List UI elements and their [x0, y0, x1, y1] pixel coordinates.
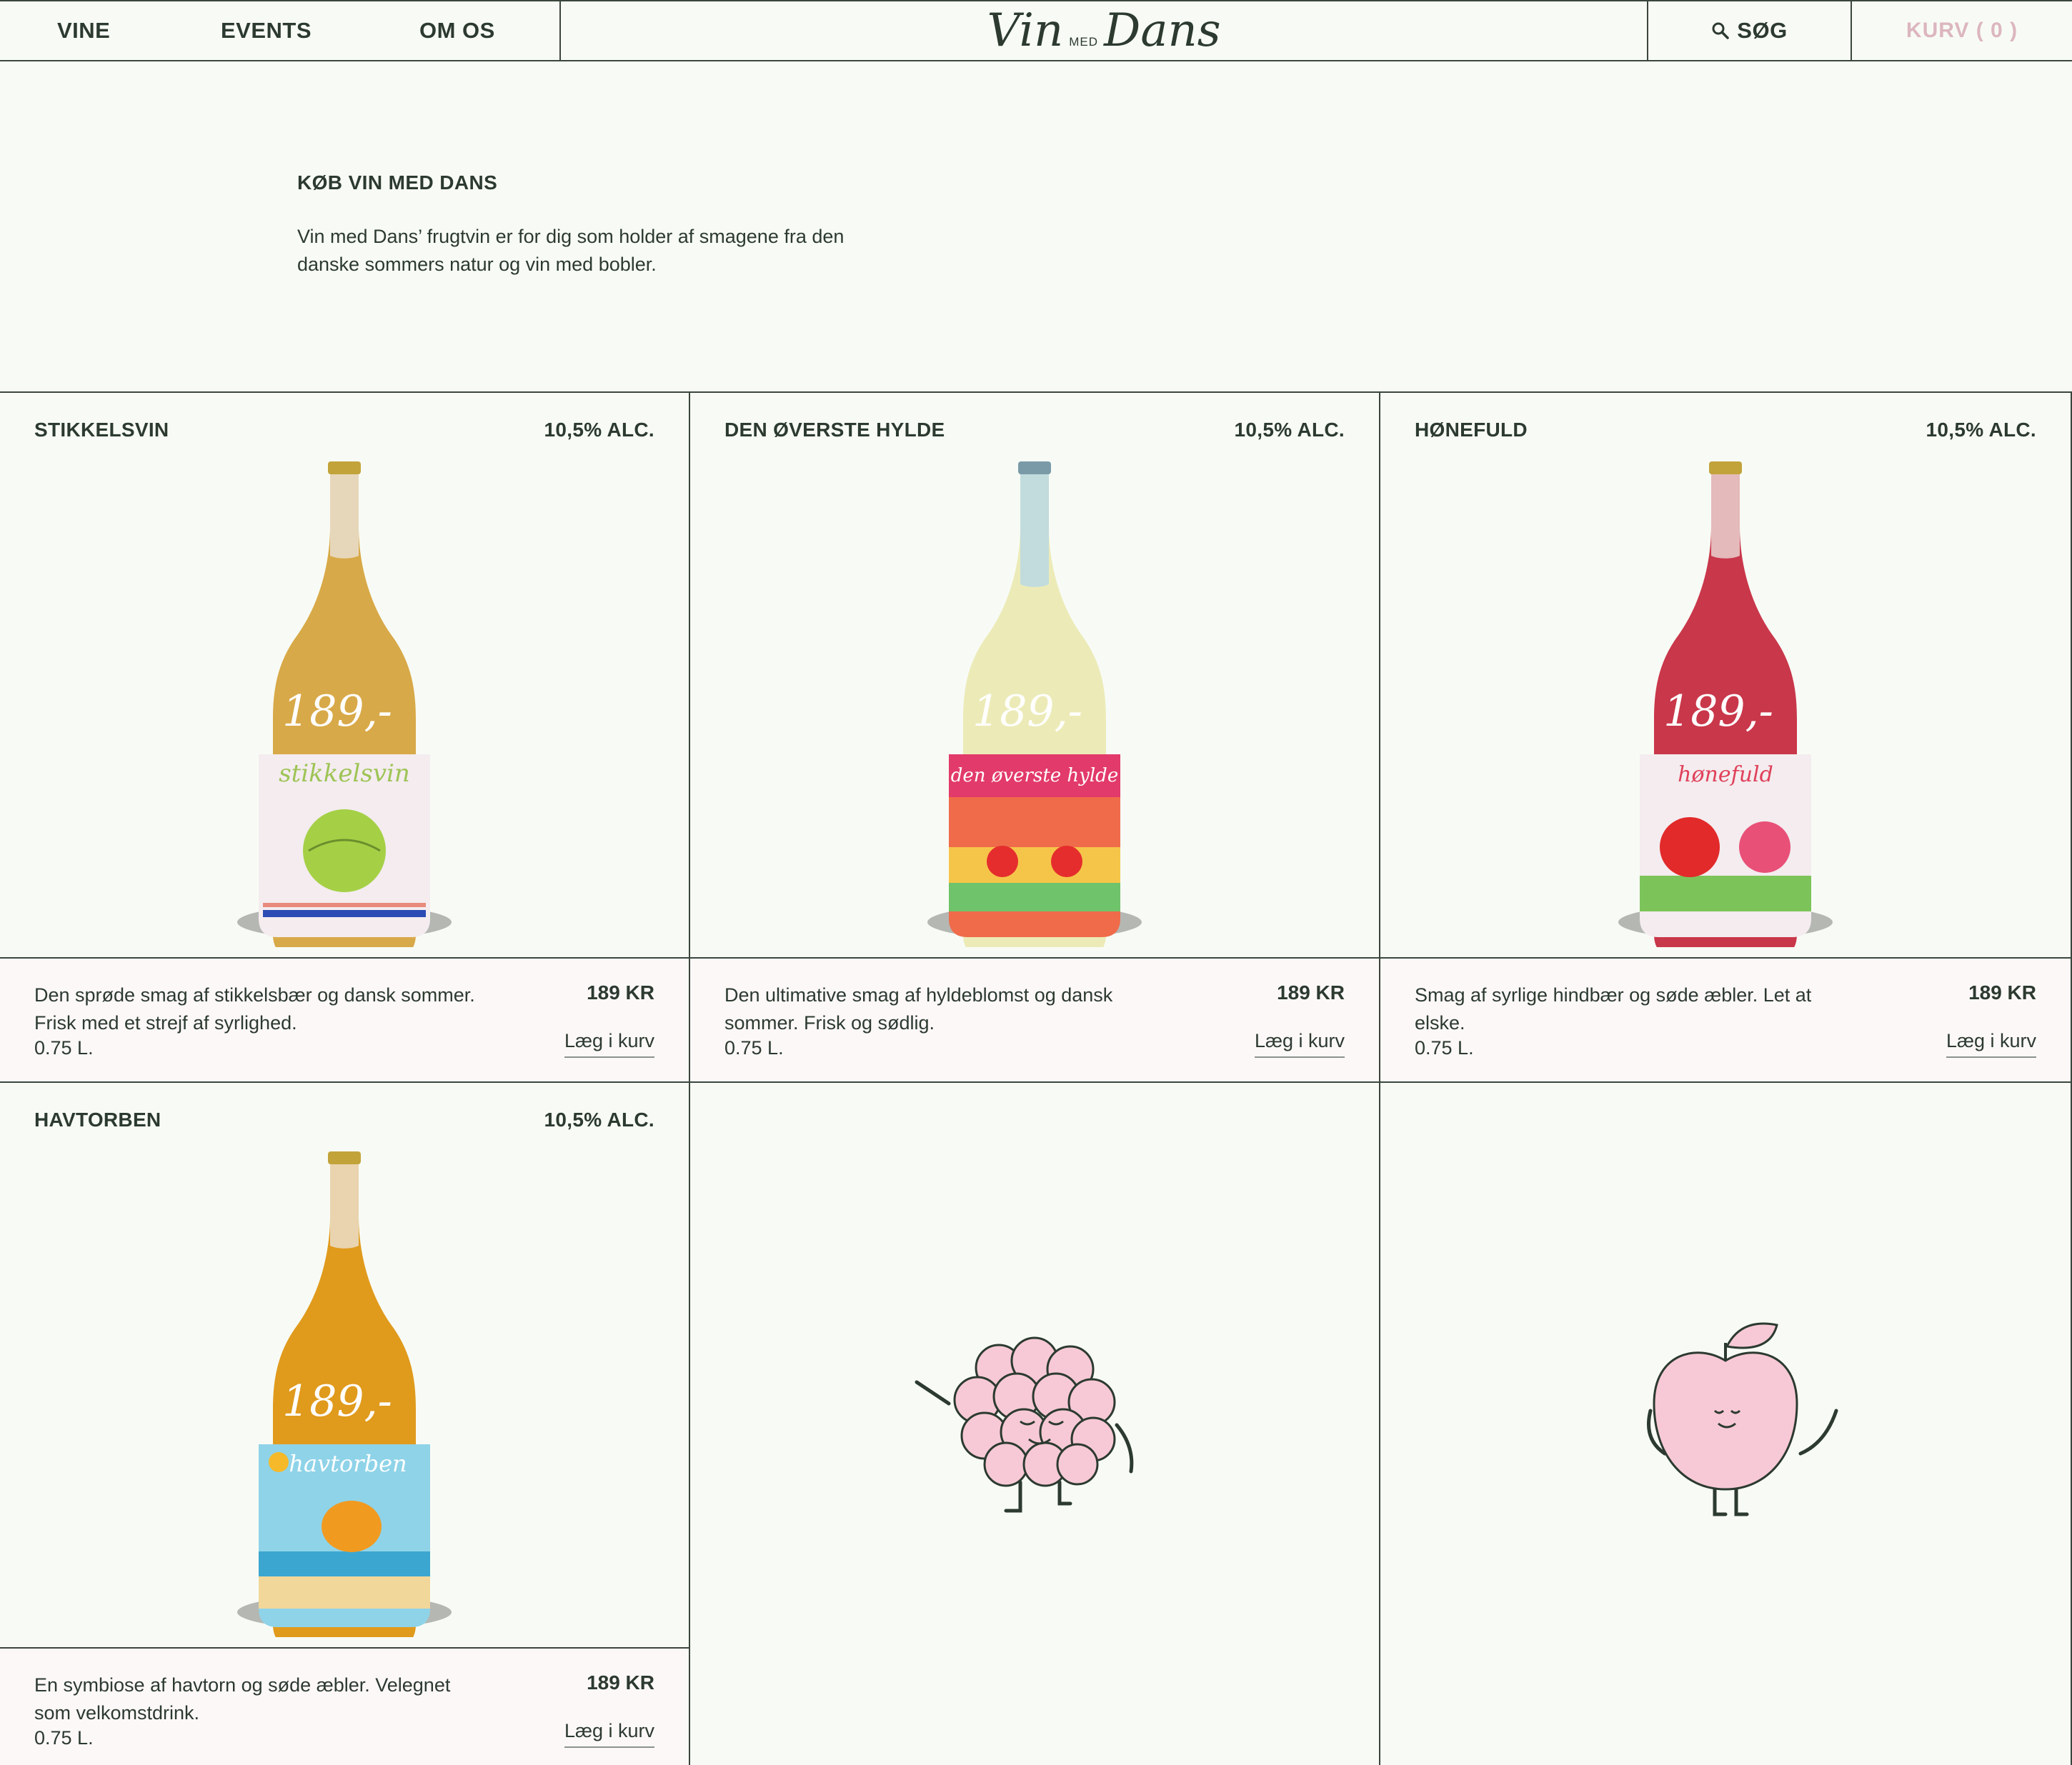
product-grid: STIKKELSVIN 10,5% ALC. stikkelsvin 189,-	[0, 391, 2072, 1765]
bottle-illustration: stikkelsvin 189,-	[237, 461, 452, 957]
product-image-area: HAVTORBEN 10,5% ALC. havtorben 189,-	[0, 1083, 689, 1647]
apple-illustration-tile	[1380, 1083, 2072, 1765]
bottle-illustration: hønefuld 189,-	[1618, 461, 1833, 957]
cart-button[interactable]: KURV ( 0 )	[1852, 1, 2072, 60]
page-title: KØB VIN MED DANS	[297, 171, 498, 194]
bottle-label-text: havtorben	[289, 1450, 407, 1477]
product-description: En symbiose af havtorn og søde æbler. Ve…	[34, 1674, 451, 1724]
product-alcohol: 10,5% ALC.	[1234, 419, 1345, 441]
site-logo[interactable]: Vin MED Dans	[987, 8, 1220, 54]
logo-word-med: MED	[1069, 35, 1099, 49]
product-image-area: DEN ØVERSTE HYLDE 10,5% ALC. den øverste…	[690, 393, 1379, 957]
site-header: VINE EVENTS OM OS Vin MED Dans SØG KURV …	[0, 0, 2072, 61]
main-nav: VINE EVENTS OM OS	[0, 1, 561, 60]
search-label: SØG	[1737, 18, 1788, 43]
bottle-illustration: havtorben 189,-	[237, 1151, 452, 1647]
product-info: Smag af syrlige hindbær og søde æbler. L…	[1380, 957, 2071, 1083]
add-to-cart-link[interactable]: Læg i kurv	[564, 1720, 654, 1748]
search-icon	[1712, 22, 1730, 39]
product-alcohol: 10,5% ALC.	[544, 419, 654, 441]
product-name: HØNEFULD	[1415, 419, 1528, 441]
product-description: Den sprøde smag af stikkelsbær og dansk …	[34, 984, 475, 1034]
product-description: Den ultimative smag af hyldeblomst og da…	[724, 984, 1113, 1034]
product-info: Den ultimative smag af hyldeblomst og da…	[690, 957, 1379, 1083]
logo-word-dans: Dans	[1104, 4, 1221, 57]
bottle-image[interactable]: hønefuld 189,-	[1604, 461, 1847, 957]
bottle-label-text: den øverste hylde	[951, 765, 1118, 786]
nav-om-os[interactable]: OM OS	[419, 18, 495, 44]
product-name: STIKKELSVIN	[34, 419, 169, 441]
bottle-label-text: hønefuld	[1678, 762, 1773, 787]
product-description: Smag af syrlige hindbær og søde æbler. L…	[1415, 984, 1812, 1034]
product-name: HAVTORBEN	[34, 1109, 161, 1131]
product-price: 189 KR	[587, 1671, 654, 1694]
product-volume: 0.75 L.	[34, 1037, 94, 1059]
product-card-den-oeverste-hylde[interactable]: DEN ØVERSTE HYLDE 10,5% ALC. den øverste…	[690, 393, 1380, 1083]
product-name: DEN ØVERSTE HYLDE	[724, 419, 945, 441]
bottle-label-text: stikkelsvin	[279, 759, 410, 788]
bottle-price-tag: 189,-	[1663, 686, 1773, 736]
add-to-cart-link[interactable]: Læg i kurv	[564, 1030, 654, 1058]
bottle-price-tag: 189,-	[972, 686, 1082, 736]
raspberry-illustration-tile	[690, 1083, 1380, 1765]
product-card-stikkelsvin[interactable]: STIKKELSVIN 10,5% ALC. stikkelsvin 189,-	[0, 393, 690, 1083]
bottle-price-tag: 189,-	[282, 1376, 392, 1426]
product-card-hoenefuld[interactable]: HØNEFULD 10,5% ALC. hønefuld 189,- Smag …	[1380, 393, 2072, 1083]
intro-text: Vin med Dans’ frugtvin er for dig som ho…	[297, 226, 845, 275]
product-alcohol: 10,5% ALC.	[1926, 419, 2036, 441]
product-price: 189 KR	[587, 981, 654, 1004]
add-to-cart-link[interactable]: Læg i kurv	[1254, 1030, 1345, 1058]
cart-label: KURV ( 0 )	[1906, 19, 2018, 42]
bottle-image[interactable]: havtorben 189,-	[223, 1151, 466, 1647]
search-button[interactable]: SØG	[1648, 1, 1852, 60]
product-volume: 0.75 L.	[724, 1037, 784, 1059]
product-info: Den sprøde smag af stikkelsbær og dansk …	[0, 957, 689, 1083]
bottle-image[interactable]: den øverste hylde 189,-	[913, 461, 1156, 957]
logo-area: Vin MED Dans	[561, 1, 1648, 60]
nav-vine[interactable]: VINE	[57, 18, 110, 44]
product-price: 189 KR	[1277, 981, 1345, 1004]
nav-events[interactable]: EVENTS	[221, 18, 312, 44]
product-volume: 0.75 L.	[1415, 1037, 1474, 1059]
bottle-illustration: den øverste hylde 189,-	[927, 461, 1142, 957]
add-to-cart-link[interactable]: Læg i kurv	[1946, 1030, 2036, 1058]
apple-mascot-icon	[1647, 1322, 1838, 1516]
raspberry-mascot-icon	[915, 1336, 1134, 1512]
product-card-havtorben[interactable]: HAVTORBEN 10,5% ALC. havtorben 189,- En …	[0, 1083, 690, 1765]
product-image-area: STIKKELSVIN 10,5% ALC. stikkelsvin 189,-	[0, 393, 689, 957]
bottle-price-tag: 189,-	[282, 686, 392, 736]
product-price: 189 KR	[1968, 981, 2036, 1004]
product-volume: 0.75 L.	[34, 1727, 94, 1749]
bottle-image[interactable]: stikkelsvin 189,-	[223, 461, 466, 957]
product-image-area: HØNEFULD 10,5% ALC. hønefuld 189,-	[1380, 393, 2071, 957]
intro-section: KØB VIN MED DANS Vin med Dans’ frugtvin …	[297, 171, 940, 279]
logo-word-vin: Vin	[987, 4, 1064, 57]
product-info: En symbiose af havtorn og søde æbler. Ve…	[0, 1647, 689, 1765]
product-alcohol: 10,5% ALC.	[544, 1109, 654, 1131]
